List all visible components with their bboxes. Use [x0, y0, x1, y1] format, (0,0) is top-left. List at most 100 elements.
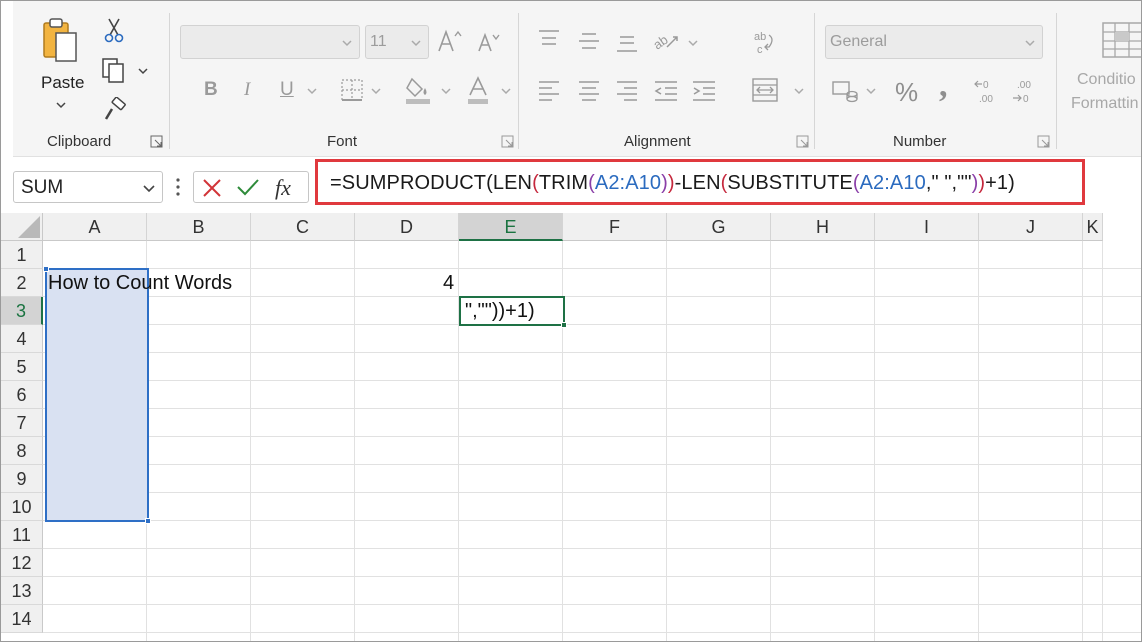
font-color-chevron-icon[interactable]: [500, 85, 512, 97]
underline-chevron-icon[interactable]: [306, 85, 318, 97]
cell-D2[interactable]: 4: [443, 272, 454, 295]
enter-check-icon[interactable]: [236, 177, 260, 197]
column-header-E[interactable]: E: [459, 213, 563, 241]
copy-icon[interactable]: [101, 57, 127, 83]
column-header-F[interactable]: F: [563, 213, 667, 241]
worksheet-grid: ABCDEFGHIJK 1 2 3 4 5 6 7 8 9 10 11 12 13 14 How to C…: [1, 213, 1141, 641]
row-header-4[interactable]: 4: [1, 325, 43, 353]
more-options-icon[interactable]: [175, 177, 181, 197]
wrap-text-icon[interactable]: abc: [751, 29, 777, 55]
gridline-horizontal: [43, 520, 1141, 521]
clipboard-group: Paste Clipboard: [13, 1, 168, 157]
decrease-decimal-icon[interactable]: .000: [1011, 77, 1041, 105]
gridline-horizontal: [43, 604, 1141, 605]
alignment-launcher-icon[interactable]: [796, 135, 809, 148]
conditional-formatting-label-2: Formattin: [1071, 95, 1139, 112]
align-top-icon[interactable]: [537, 29, 561, 49]
accounting-chevron-icon[interactable]: [865, 85, 877, 97]
active-cell-E3[interactable]: ",""))+1): [459, 296, 567, 328]
comma-style-button[interactable]: ,: [939, 67, 948, 105]
font-group: 11 B I U Font: [170, 1, 520, 157]
name-box[interactable]: SUM: [13, 171, 163, 203]
fill-color-chevron-icon[interactable]: [440, 85, 452, 97]
row-header-9[interactable]: 9: [1, 465, 43, 493]
font-size-combo[interactable]: 11: [365, 25, 429, 59]
column-header-K[interactable]: K: [1083, 213, 1103, 241]
column-header-H[interactable]: H: [771, 213, 875, 241]
row-header-11[interactable]: 11: [1, 521, 43, 549]
cell-A2[interactable]: How to Count Words: [48, 272, 232, 295]
column-header-J[interactable]: J: [979, 213, 1083, 241]
insert-function-icon[interactable]: fx: [274, 175, 300, 201]
formula-input[interactable]: =SUMPRODUCT(LEN(TRIM(A2:A10))-LEN(SUBSTI…: [315, 159, 1085, 205]
align-middle-icon[interactable]: [577, 31, 601, 51]
fill-color-icon[interactable]: [404, 75, 432, 105]
column-header-G[interactable]: G: [667, 213, 771, 241]
formula-token: A2:A10: [594, 172, 662, 194]
align-bottom-icon[interactable]: [615, 33, 639, 53]
column-header-C[interactable]: C: [251, 213, 355, 241]
row-header-1[interactable]: 1: [1, 241, 43, 269]
formula-token: =SUMPRODUCT(LEN: [330, 172, 533, 194]
range-handle-bottom-right[interactable]: [145, 518, 151, 524]
column-header-I[interactable]: I: [875, 213, 979, 241]
increase-decimal-icon[interactable]: 0.00: [973, 77, 1003, 105]
row-header-6[interactable]: 6: [1, 381, 43, 409]
paste-icon: [43, 18, 77, 62]
selected-range-highlight: [43, 266, 151, 524]
italic-button[interactable]: I: [244, 79, 250, 101]
decrease-font-icon[interactable]: [476, 29, 502, 55]
borders-chevron-icon[interactable]: [370, 85, 382, 97]
column-header-B[interactable]: B: [147, 213, 251, 241]
bold-button[interactable]: B: [204, 79, 218, 101]
font-color-icon[interactable]: [466, 75, 490, 105]
clipboard-launcher-icon[interactable]: [150, 135, 163, 148]
underline-button[interactable]: U: [280, 79, 294, 101]
merge-chevron-icon[interactable]: [793, 85, 805, 97]
row-header-7[interactable]: 7: [1, 409, 43, 437]
orientation-chevron-icon[interactable]: [687, 37, 699, 49]
conditional-formatting-button[interactable]: Conditio Formattin: [1057, 15, 1141, 125]
font-launcher-icon[interactable]: [501, 135, 514, 148]
fill-handle[interactable]: [561, 322, 567, 328]
row-header-14[interactable]: 14: [1, 605, 43, 633]
number-format-combo[interactable]: General: [825, 25, 1043, 59]
align-center-icon[interactable]: [577, 79, 601, 101]
row-header-13[interactable]: 13: [1, 577, 43, 605]
increase-indent-icon[interactable]: [691, 79, 717, 101]
format-painter-icon[interactable]: [103, 97, 129, 123]
paste-button[interactable]: Paste: [33, 15, 89, 115]
increase-font-icon[interactable]: [436, 27, 462, 55]
copy-dropdown-chevron-icon[interactable]: [137, 65, 149, 77]
formula-token: A2:A10: [859, 172, 926, 194]
gridline-horizontal: [43, 576, 1141, 577]
cut-icon[interactable]: [103, 17, 125, 43]
font-name-combo[interactable]: [180, 25, 360, 59]
row-header-5[interactable]: 5: [1, 353, 43, 381]
align-right-icon[interactable]: [615, 79, 639, 101]
column-header-A[interactable]: A: [43, 213, 147, 241]
formula-text: =SUMPRODUCT(LEN(TRIM(A2:A10))-LEN(SUBSTI…: [330, 172, 1015, 195]
row-header-12[interactable]: 12: [1, 549, 43, 577]
align-left-icon[interactable]: [537, 79, 561, 101]
borders-icon[interactable]: [340, 78, 364, 102]
excel-window: Paste Clipboard 11 B I U Font ab ab c Al…: [0, 0, 1142, 642]
row-header-8[interactable]: 8: [1, 437, 43, 465]
cancel-icon[interactable]: [202, 178, 222, 198]
percent-style-button[interactable]: %: [895, 77, 918, 108]
row-header-10[interactable]: 10: [1, 493, 43, 521]
accounting-format-icon[interactable]: [831, 79, 859, 103]
formula-token: (: [852, 172, 860, 194]
column-header-D[interactable]: D: [355, 213, 459, 241]
formula-bar: SUM fx =SUMPRODUCT(LEN(TRIM(A2:A10))-LEN…: [13, 157, 1141, 213]
orientation-icon[interactable]: ab: [651, 27, 681, 53]
number-launcher-icon[interactable]: [1037, 135, 1050, 148]
row-header-2[interactable]: 2: [1, 269, 43, 297]
select-all-corner[interactable]: [1, 213, 43, 241]
merge-center-icon[interactable]: [751, 77, 779, 103]
row-header-3[interactable]: 3: [1, 297, 43, 325]
formula-buttons: fx: [193, 171, 309, 203]
gridline-horizontal: [43, 268, 1141, 269]
decrease-indent-icon[interactable]: [653, 79, 679, 101]
gridline-vertical: [770, 241, 771, 641]
